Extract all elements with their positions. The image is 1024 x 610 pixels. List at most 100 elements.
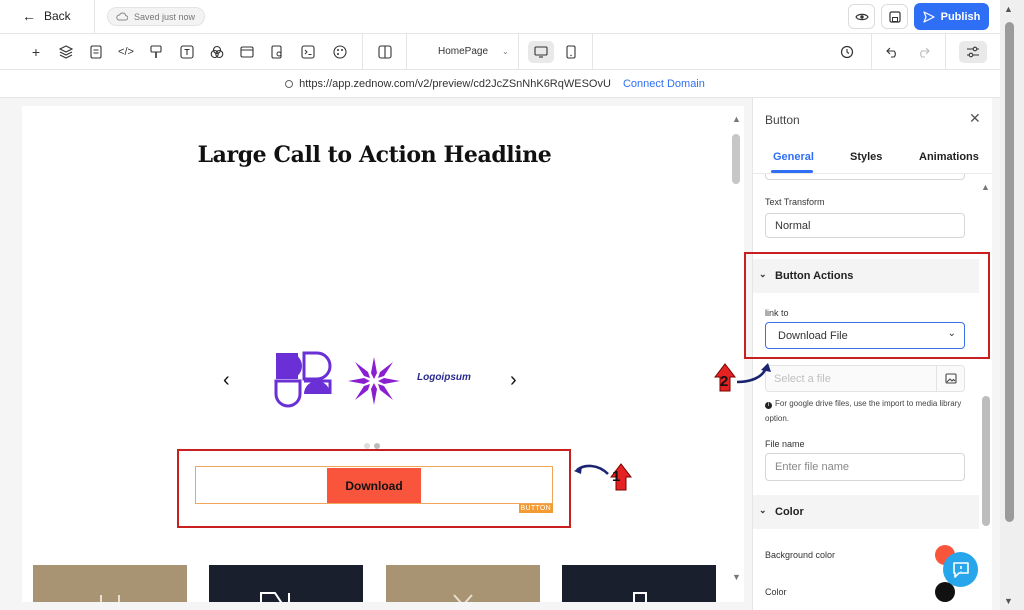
support-chat-button[interactable] bbox=[943, 552, 978, 587]
publish-label: Publish bbox=[940, 10, 981, 23]
color-section-title: Color bbox=[775, 506, 804, 518]
active-tab-indicator bbox=[771, 170, 813, 173]
color-section-header[interactable]: ⌄ Color bbox=[753, 495, 979, 529]
select-file-field[interactable]: Select a file bbox=[765, 365, 965, 392]
add-icon[interactable]: + bbox=[27, 43, 45, 61]
annotation-arrow-1 bbox=[574, 463, 633, 491]
panel-scrollbar[interactable]: ▲ bbox=[979, 178, 992, 610]
scroll-up-icon[interactable]: ▲ bbox=[1004, 4, 1013, 14]
file-name-label: File name bbox=[765, 439, 805, 449]
page-select-value: HomePage bbox=[438, 46, 489, 57]
divider bbox=[518, 34, 519, 70]
editor-toolbar: + </> HomePage ⌄ bbox=[0, 34, 1000, 70]
columns-icon[interactable] bbox=[376, 43, 394, 61]
bg-color-label: Background color bbox=[765, 550, 836, 560]
scroll-down-icon[interactable]: ▼ bbox=[732, 572, 741, 582]
save-status-text: Saved just now bbox=[134, 11, 196, 22]
cloud-icon bbox=[116, 12, 128, 21]
url-bar: https://app.zednow.com/v2/preview/cd2JcZ… bbox=[0, 70, 1000, 98]
publish-button[interactable]: Publish bbox=[914, 3, 989, 30]
layers-icon[interactable] bbox=[57, 43, 75, 61]
highlight-box-2 bbox=[744, 252, 990, 359]
chevron-right-icon[interactable]: › bbox=[510, 369, 517, 392]
file-name-placeholder: Enter file name bbox=[775, 461, 849, 473]
scroll-thumb[interactable] bbox=[982, 396, 990, 526]
brand-logo-star bbox=[348, 357, 400, 405]
save-button[interactable] bbox=[881, 4, 908, 29]
phone-icon bbox=[566, 45, 576, 59]
hint-text: For google drive files, use the import t… bbox=[765, 399, 962, 423]
palette-icon[interactable] bbox=[331, 43, 349, 61]
info-icon: i bbox=[765, 402, 772, 409]
mobile-view-button[interactable] bbox=[558, 41, 584, 63]
top-bar: ← Back Saved just now Publish bbox=[0, 0, 1000, 34]
terminal-icon[interactable] bbox=[299, 43, 317, 61]
collapsed-field-edge bbox=[765, 174, 965, 180]
logoipsum-wordmark: Logoipsum bbox=[417, 372, 471, 383]
canvas-scrollbar[interactable]: ▲ ▼ bbox=[729, 106, 744, 602]
divider bbox=[592, 34, 593, 70]
scroll-up-icon[interactable]: ▲ bbox=[981, 182, 990, 192]
chat-icon bbox=[952, 561, 969, 578]
page-search-icon[interactable] bbox=[268, 43, 286, 61]
back-button[interactable]: ← Back bbox=[22, 8, 71, 24]
page-icon[interactable] bbox=[87, 43, 105, 61]
gallery-thumb[interactable] bbox=[33, 565, 187, 602]
monitor-icon bbox=[534, 46, 548, 58]
image-icon bbox=[944, 373, 957, 384]
sliders-icon bbox=[967, 46, 979, 58]
panel-tabs: General Styles Animations bbox=[753, 144, 992, 174]
scroll-thumb[interactable] bbox=[1005, 22, 1014, 522]
globe-icon bbox=[285, 79, 294, 88]
preview-button[interactable] bbox=[848, 4, 875, 29]
undo-icon[interactable] bbox=[884, 43, 902, 61]
code-icon[interactable]: </> bbox=[117, 43, 135, 61]
media-library-button[interactable] bbox=[936, 366, 964, 391]
text-transform-select[interactable]: Normal bbox=[765, 213, 965, 238]
divider bbox=[406, 34, 407, 70]
arrow-left-icon: ← bbox=[22, 8, 36, 24]
divider bbox=[362, 34, 363, 70]
preview-url[interactable]: https://app.zednow.com/v2/preview/cd2JcZ… bbox=[299, 78, 611, 90]
text-transform-value: Normal bbox=[775, 219, 811, 232]
settings-toggle-button[interactable] bbox=[959, 41, 987, 63]
scroll-up-icon[interactable]: ▲ bbox=[732, 114, 741, 124]
browser-icon[interactable] bbox=[238, 43, 256, 61]
panel-title: Button bbox=[765, 113, 800, 127]
tab-animations[interactable]: Animations bbox=[919, 151, 979, 163]
file-name-input[interactable]: Enter file name bbox=[765, 453, 965, 481]
chevron-left-icon[interactable]: ‹ bbox=[223, 369, 230, 392]
scroll-down-icon[interactable]: ▼ bbox=[1004, 596, 1013, 606]
redo-icon[interactable] bbox=[914, 43, 932, 61]
annotation-label-1: 1 bbox=[612, 468, 621, 485]
close-icon[interactable]: ✕ bbox=[969, 110, 981, 127]
tab-general[interactable]: General bbox=[773, 151, 814, 163]
gallery-thumb[interactable] bbox=[209, 565, 363, 602]
back-label: Back bbox=[44, 9, 71, 23]
connect-domain-link[interactable]: Connect Domain bbox=[623, 78, 705, 90]
color-label: Color bbox=[765, 587, 787, 597]
history-icon[interactable] bbox=[838, 43, 856, 61]
save-status-badge: Saved just now bbox=[107, 7, 206, 26]
window-scrollbar[interactable]: ▲ ▼ bbox=[1000, 0, 1024, 610]
select-file-placeholder: Select a file bbox=[774, 373, 831, 385]
cta-headline[interactable]: Large Call to Action Headline bbox=[22, 142, 727, 168]
highlight-box-1 bbox=[177, 449, 571, 528]
divider bbox=[94, 0, 95, 34]
tab-styles[interactable]: Styles bbox=[850, 151, 882, 163]
chevron-down-icon: ⌄ bbox=[759, 505, 767, 515]
page-select[interactable]: HomePage ⌄ bbox=[438, 46, 509, 58]
eye-icon bbox=[854, 13, 869, 20]
desktop-view-button[interactable] bbox=[528, 41, 554, 63]
text-icon[interactable] bbox=[178, 43, 196, 61]
google-drive-hint: i For google drive files, use the import … bbox=[765, 396, 970, 426]
gallery-thumb[interactable] bbox=[386, 565, 540, 602]
text-transform-label: Text Transform bbox=[765, 197, 825, 207]
brand-logo-shapes bbox=[274, 351, 332, 408]
send-icon bbox=[923, 10, 935, 23]
blend-icon[interactable] bbox=[208, 43, 226, 61]
paint-icon[interactable] bbox=[147, 43, 165, 61]
divider bbox=[945, 34, 946, 70]
scroll-thumb[interactable] bbox=[732, 134, 740, 184]
gallery-thumb[interactable] bbox=[562, 565, 716, 602]
